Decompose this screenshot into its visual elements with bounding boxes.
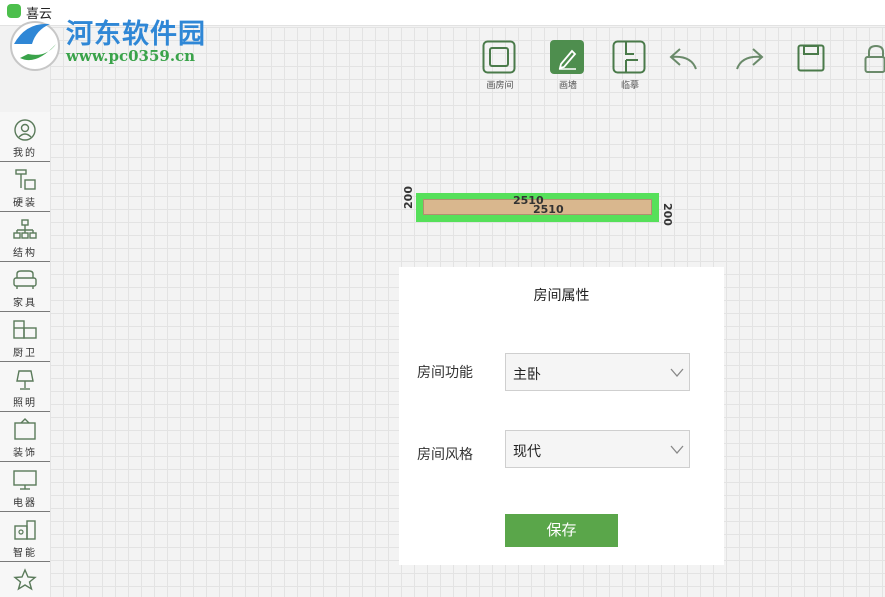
hard-decor-icon: [15, 169, 36, 190]
monitor-icon: [13, 470, 37, 490]
watermark-url: www.pc0359.cn: [66, 47, 196, 65]
sidebar-item-label: 厨卫: [13, 348, 37, 359]
draw-wall-label: 画墙: [558, 81, 577, 91]
redo-button[interactable]: [734, 45, 764, 75]
dialog-title: 房间属性: [533, 288, 590, 304]
lamp-icon: [16, 370, 34, 390]
wall-thickness-right: 200: [661, 203, 674, 226]
sidebar-item-hard-decor[interactable]: 硬装: [0, 162, 50, 212]
sidebar-item-appliance[interactable]: 电器: [0, 462, 50, 512]
room-style-select[interactable]: 现代: [505, 430, 690, 468]
trace-label: 临摹: [620, 81, 639, 91]
sidebar-item-label: 照明: [13, 398, 37, 409]
draw-wall-tool[interactable]: 画墙: [550, 40, 584, 91]
sidebar-item-label: 智能: [13, 548, 37, 559]
floorplan-icon: [612, 40, 646, 74]
floppy-save-icon: [797, 44, 825, 72]
save-file-button[interactable]: [797, 44, 825, 76]
undo-button[interactable]: [669, 45, 699, 75]
watermark-name: 河东软件园: [66, 19, 206, 50]
sidebar-item-label: 结构: [13, 248, 37, 259]
watermark-logo-icon: [10, 21, 60, 71]
sidebar-item-kitchen[interactable]: 厨卫: [0, 312, 50, 362]
room-style-value: 现代: [513, 444, 541, 460]
sofa-icon: [13, 270, 37, 289]
wall-length-inner: 2510: [533, 203, 564, 216]
undo-icon: [669, 48, 697, 70]
sidebar-item-label: 电器: [13, 498, 37, 509]
redo-icon: [736, 48, 764, 70]
sidebar-item-smart[interactable]: 智能: [0, 512, 50, 562]
chevron-down-icon: [670, 445, 684, 454]
sidebar-item-decoration[interactable]: 装饰: [0, 412, 50, 462]
pencil-icon: [550, 40, 584, 74]
lock-icon: [864, 44, 885, 73]
sidebar-item-mine[interactable]: 我的: [0, 112, 50, 162]
user-icon: [14, 119, 36, 141]
smart-home-icon: [14, 520, 36, 540]
sidebar-item-label: 装饰: [13, 448, 37, 459]
room-function-label: 房间功能: [417, 365, 473, 381]
room-function-select[interactable]: 主卧: [505, 353, 690, 391]
draw-room-label: 画房间: [486, 81, 514, 91]
sidebar-item-structure[interactable]: 结构: [0, 212, 50, 262]
sidebar-item-label: 家具: [13, 298, 37, 309]
wall-thickness-left: 200: [402, 186, 415, 209]
chevron-down-icon: [670, 368, 684, 377]
kitchen-icon: [13, 320, 37, 339]
trace-tool[interactable]: 临摹: [612, 40, 646, 91]
star-icon: [13, 568, 37, 591]
sidebar-item-furniture[interactable]: 家具: [0, 262, 50, 312]
sidebar-item-label: 硬装: [13, 198, 37, 209]
draw-room-icon: [482, 40, 516, 74]
sidebar-item-label: 我的: [13, 148, 37, 159]
sidebar-item-lighting[interactable]: 照明: [0, 362, 50, 412]
draw-room-tool[interactable]: 画房间: [482, 40, 516, 91]
sidebar-item-favorites[interactable]: 收藏: [0, 562, 50, 597]
frame-icon: [14, 418, 36, 440]
structure-icon: [13, 219, 37, 239]
lock-button[interactable]: [864, 44, 885, 78]
room-properties-dialog: 房间属性 房间功能 主卧 房间风格 现代 保存: [399, 267, 724, 565]
category-sidebar: 我的 硬装 结构 家具 厨卫 照明 装饰 电器 智能: [0, 112, 50, 597]
room-function-value: 主卧: [513, 367, 541, 383]
save-button[interactable]: 保存: [505, 514, 618, 547]
room-style-label: 房间风格: [417, 447, 473, 463]
